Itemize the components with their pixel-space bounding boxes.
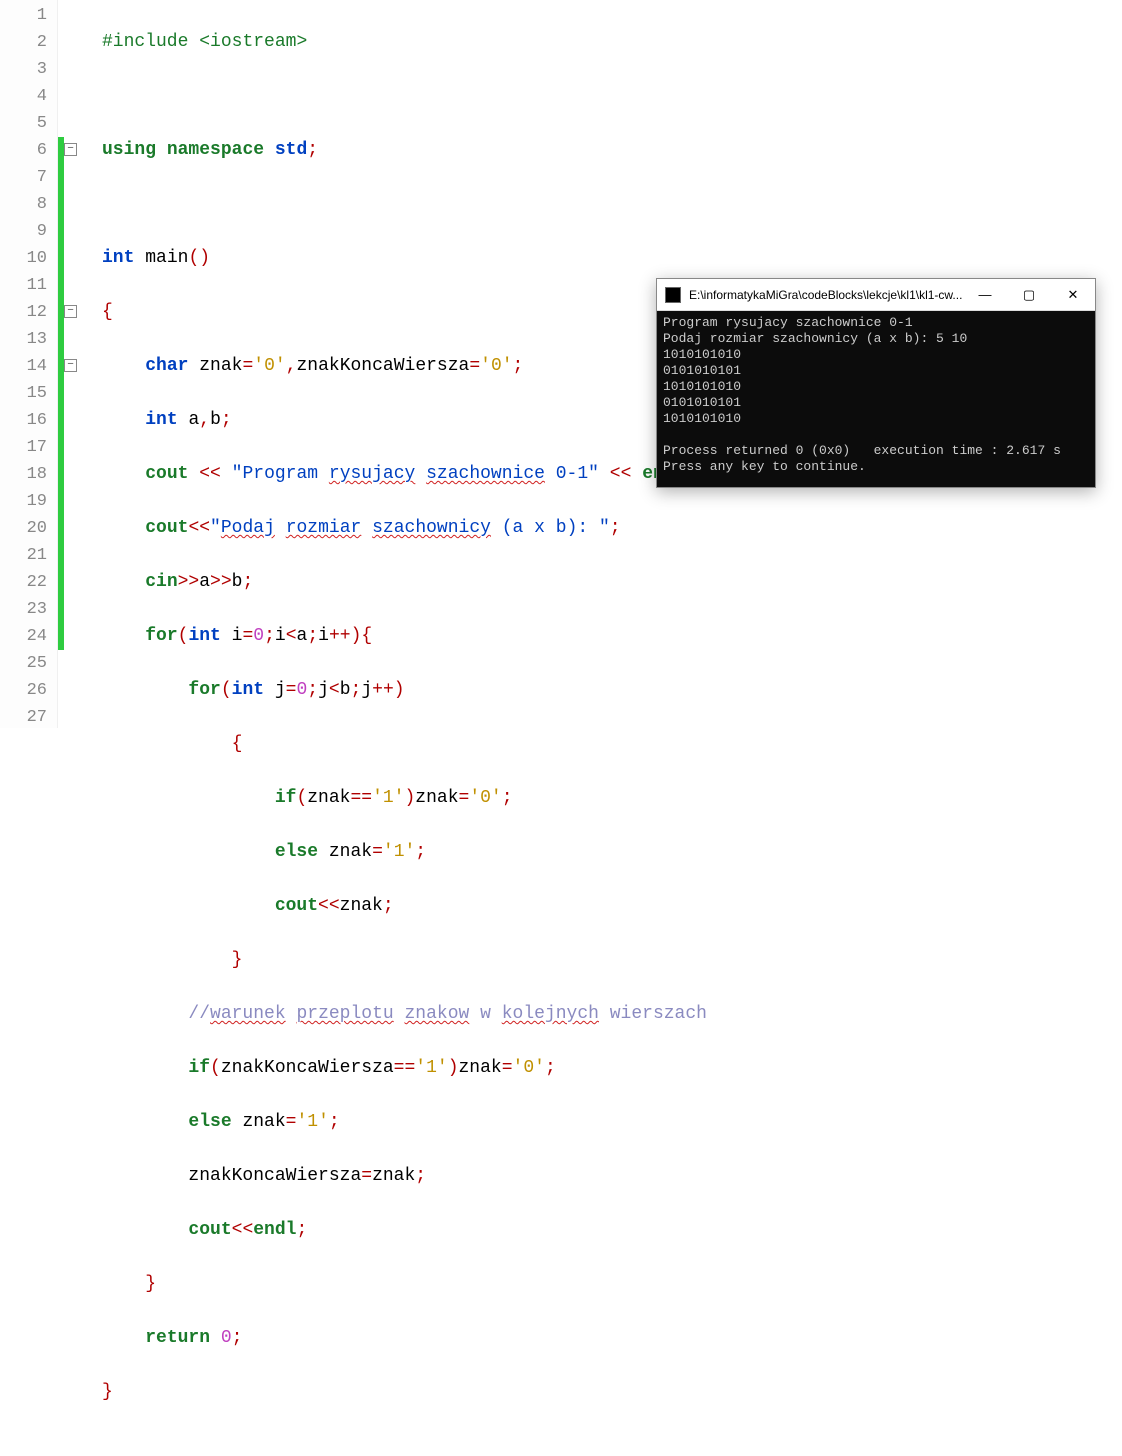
line-number: 21 (0, 542, 47, 569)
fold-toggle[interactable]: − (64, 305, 77, 318)
line-number: 27 (0, 704, 47, 731)
console-output[interactable]: Program rysujacy szachownice 0-1 Podaj r… (657, 311, 1095, 487)
line-number: 8 (0, 191, 47, 218)
line-number: 14 (0, 353, 47, 380)
console-window[interactable]: E:\informatykaMiGra\codeBlocks\lekcje\kl… (656, 278, 1096, 488)
line-number: 2 (0, 29, 47, 56)
line-number: 6 (0, 137, 47, 164)
line-number: 20 (0, 515, 47, 542)
line-number: 24 (0, 623, 47, 650)
line-number: 25 (0, 650, 47, 677)
line-number: 17 (0, 434, 47, 461)
fold-toggle[interactable]: − (64, 359, 77, 372)
line-number: 23 (0, 596, 47, 623)
line-number: 18 (0, 461, 47, 488)
fold-toggle[interactable]: − (64, 143, 77, 156)
console-title: E:\informatykaMiGra\codeBlocks\lekcje\kl… (689, 288, 963, 302)
line-number: 5 (0, 110, 47, 137)
line-number: 1 (0, 2, 47, 29)
line-number-gutter: 1 2 3 4 5 6 7 8 9 10 11 12 13 14 15 16 1… (0, 0, 58, 728)
change-marker (58, 137, 64, 650)
line-number: 3 (0, 56, 47, 83)
line-number: 19 (0, 488, 47, 515)
minimize-button[interactable]: — (963, 279, 1007, 311)
line-number: 9 (0, 218, 47, 245)
line-number: 7 (0, 164, 47, 191)
line-number: 15 (0, 380, 47, 407)
line-number: 13 (0, 326, 47, 353)
line-number: 26 (0, 677, 47, 704)
line-number: 10 (0, 245, 47, 272)
line-number: 4 (0, 83, 47, 110)
line-number: 22 (0, 569, 47, 596)
line-number: 16 (0, 407, 47, 434)
code-text-area[interactable]: #include <iostream> using namespace std;… (80, 0, 707, 728)
console-titlebar[interactable]: E:\informatykaMiGra\codeBlocks\lekcje\kl… (657, 279, 1095, 311)
fold-column: − − − (58, 0, 80, 728)
maximize-button[interactable]: ▢ (1007, 279, 1051, 311)
line-number: 12 (0, 299, 47, 326)
close-button[interactable]: ✕ (1051, 279, 1095, 311)
console-app-icon (665, 287, 681, 303)
line-number: 11 (0, 272, 47, 299)
